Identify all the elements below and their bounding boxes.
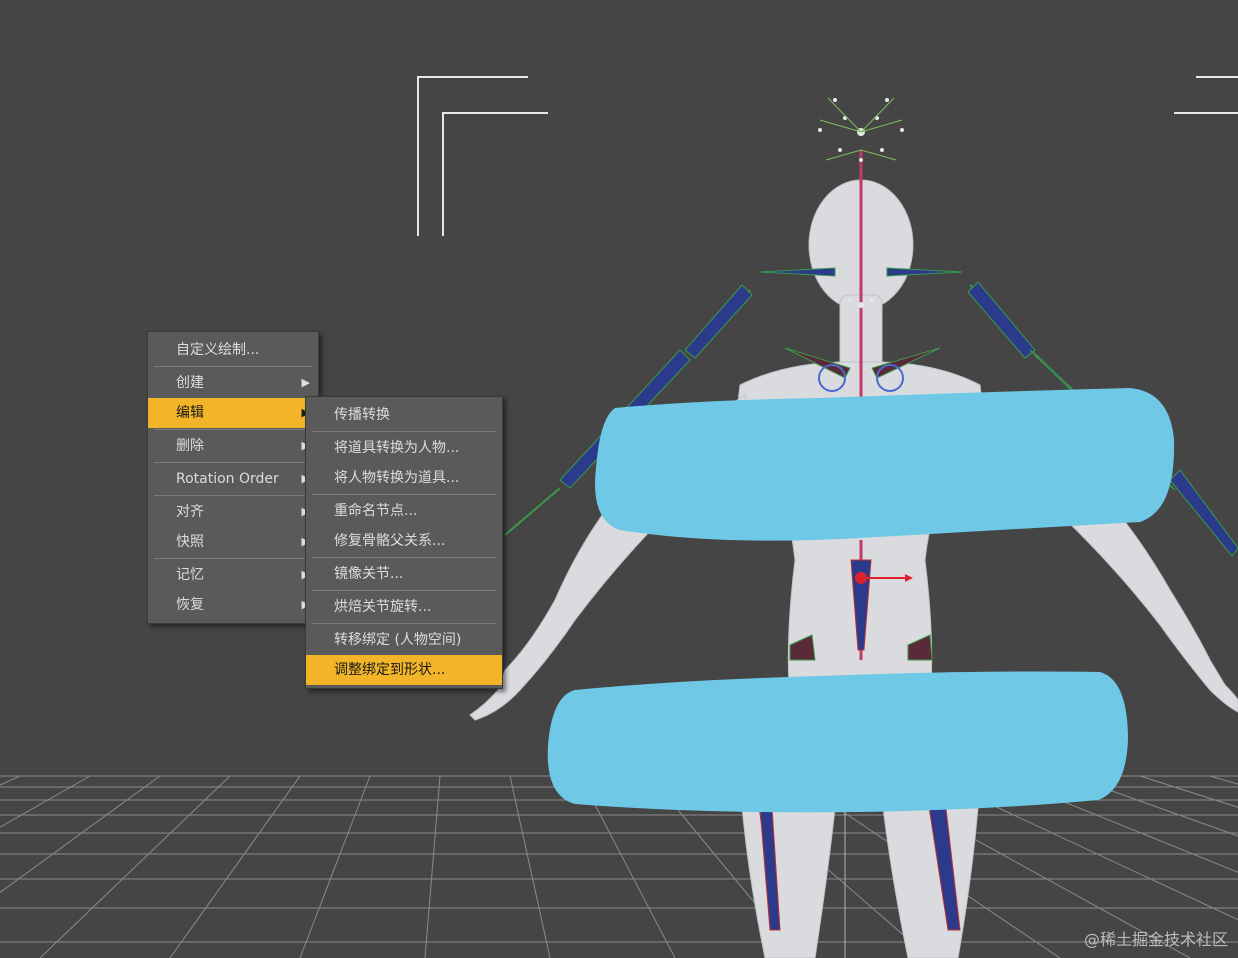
menu-item-label: 转移绑定 (人物空间) xyxy=(334,632,462,648)
submenu-item-rename-node[interactable]: 重命名节点... xyxy=(306,496,502,526)
menu-item-create[interactable]: 创建 ▶ xyxy=(148,368,318,398)
menu-item-label: 将道具转换为人物... xyxy=(334,440,460,456)
menu-item-restore[interactable]: 恢复▶ xyxy=(148,590,318,620)
menu-separator xyxy=(154,429,312,430)
menu-item-label: 对齐 xyxy=(176,504,204,520)
submenu-item-figure-to-prop[interactable]: 将人物转换为道具... xyxy=(306,463,502,493)
menu-item-label: 删除 xyxy=(176,438,204,454)
menu-item-label: 记忆 xyxy=(176,567,204,583)
menu-item-memorize[interactable]: 记忆▶ xyxy=(148,560,318,590)
submenu-arrow-icon: ▶ xyxy=(301,376,310,389)
submenu-item-transfer-rigging[interactable]: 转移绑定 (人物空间) xyxy=(306,625,502,655)
submenu-item-prop-to-figure[interactable]: 将道具转换为人物... xyxy=(306,433,502,463)
edit-submenu: 传播转换 将道具转换为人物... 将人物转换为道具... 重命名节点... 修复… xyxy=(305,396,503,689)
menu-separator xyxy=(312,590,496,591)
menu-separator xyxy=(312,557,496,558)
menu-item-label: 恢复 xyxy=(176,597,204,613)
menu-item-label: 调整绑定到形状... xyxy=(334,662,446,678)
menu-item-label: 烘焙关节旋转... xyxy=(334,599,432,615)
menu-item-label: 快照 xyxy=(176,534,204,550)
submenu-item-bake-joint-rotations[interactable]: 烘焙关节旋转... xyxy=(306,592,502,622)
menu-item-edit[interactable]: 编辑▶ xyxy=(148,398,318,428)
submenu-item-fix-bone-parent[interactable]: 修复骨骼父关系... xyxy=(306,526,502,556)
menu-item-snapshot[interactable]: 快照▶ xyxy=(148,527,318,557)
menu-separator xyxy=(312,494,496,495)
menu-item-label: 编辑 xyxy=(176,405,204,421)
menu-separator xyxy=(154,495,312,496)
menu-separator xyxy=(154,366,312,367)
menu-item-delete[interactable]: 删除▶ xyxy=(148,431,318,461)
submenu-item-adjust-rigging-to-shape[interactable]: 调整绑定到形状... xyxy=(306,655,502,685)
menu-separator xyxy=(154,558,312,559)
menu-item-label: 创建 xyxy=(176,375,204,391)
submenu-item-mirror-joints[interactable]: 镜像关节... xyxy=(306,559,502,589)
submenu-item-propagate-transforms[interactable]: 传播转换 xyxy=(306,400,502,430)
menu-item-label: 重命名节点... xyxy=(334,503,418,519)
menu-item-label: Rotation Order xyxy=(176,471,279,487)
menu-separator xyxy=(154,462,312,463)
menu-item-custom-draw[interactable]: 自定义绘制... xyxy=(148,335,318,365)
3d-viewport[interactable]: 自定义绘制... 创建 ▶ 编辑▶ 删除▶ Rotation Order▶ 对齐▶… xyxy=(0,0,1238,958)
menu-separator xyxy=(312,431,496,432)
menu-item-label: 镜像关节... xyxy=(334,566,404,582)
menu-item-label: 自定义绘制... xyxy=(176,342,260,358)
menu-item-label: 修复骨骼父关系... xyxy=(334,533,446,549)
viewport-context-menu: 自定义绘制... 创建 ▶ 编辑▶ 删除▶ Rotation Order▶ 对齐▶… xyxy=(147,331,319,624)
menu-item-align[interactable]: 对齐▶ xyxy=(148,497,318,527)
menu-item-label: 将人物转换为道具... xyxy=(334,470,460,486)
menu-separator xyxy=(312,623,496,624)
menu-item-label: 传播转换 xyxy=(334,407,390,423)
watermark: @稀土掘金技术社区 xyxy=(1083,930,1228,949)
menu-item-rotation-order[interactable]: Rotation Order▶ xyxy=(148,464,318,494)
